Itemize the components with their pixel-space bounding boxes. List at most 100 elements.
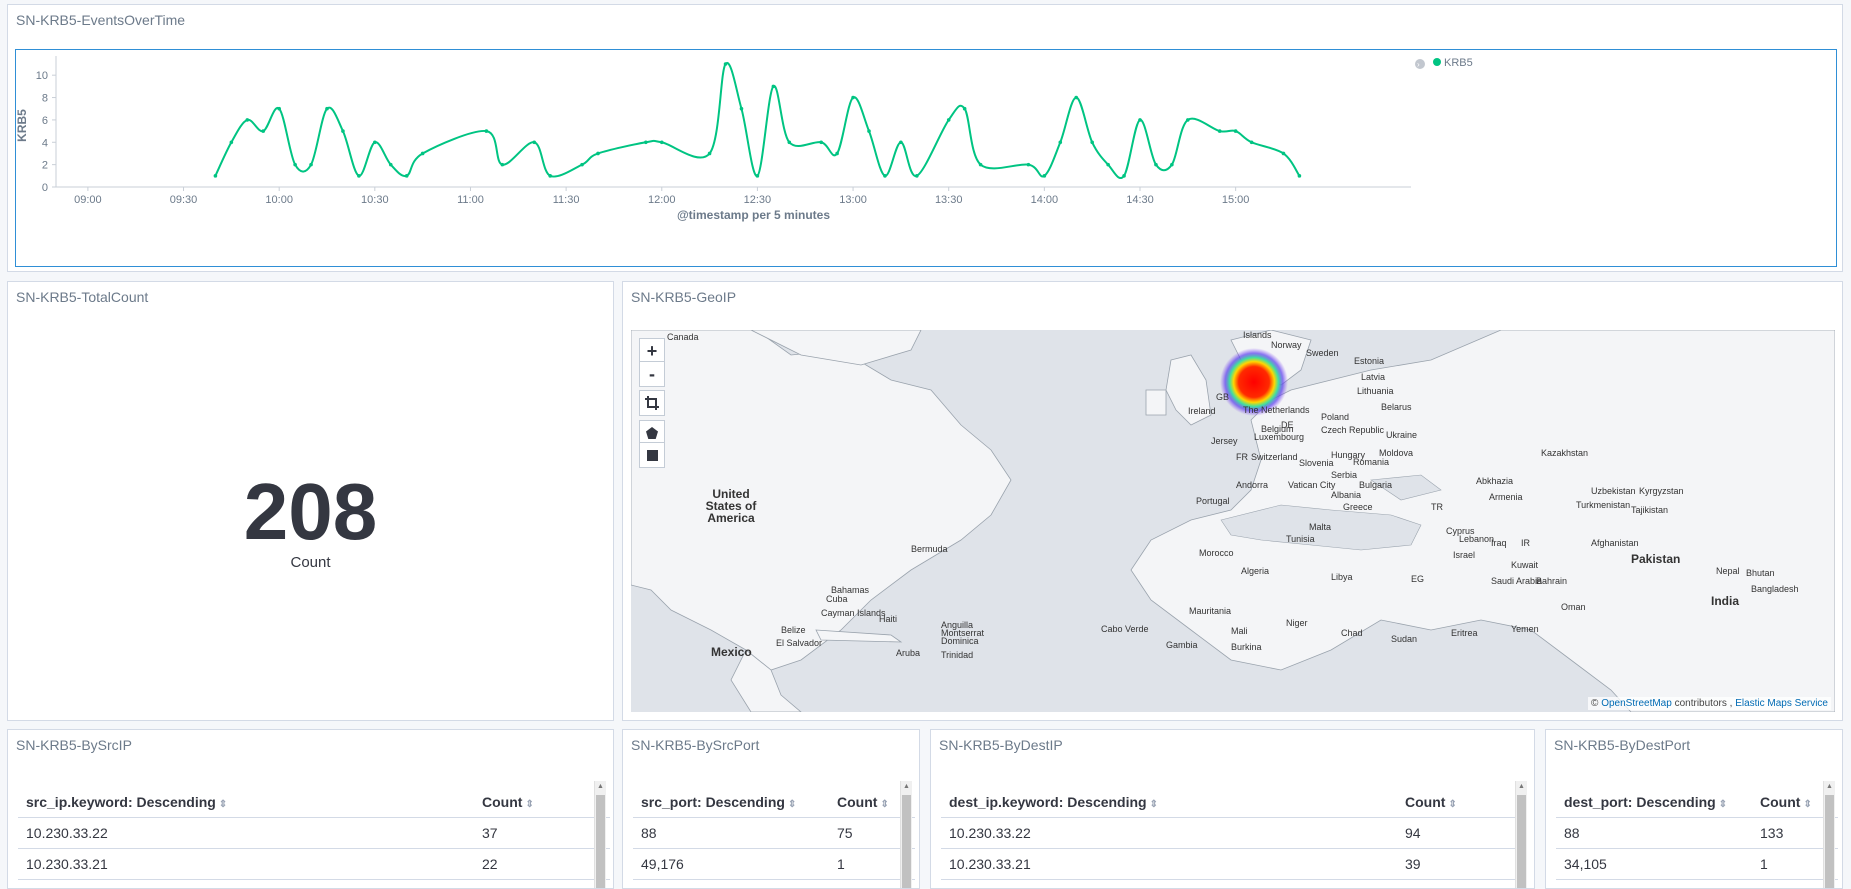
data-point[interactable] xyxy=(373,140,377,145)
sort-icon[interactable]: ⇕ xyxy=(219,799,227,810)
data-point[interactable] xyxy=(835,151,839,156)
sort-icon[interactable]: ⇕ xyxy=(1719,799,1727,810)
data-point[interactable] xyxy=(819,140,823,145)
data-point[interactable] xyxy=(1217,129,1222,133)
data-point[interactable] xyxy=(325,106,329,111)
data-point[interactable] xyxy=(548,174,552,178)
column-header-key[interactable]: src_ip.keyword: Descending ⇕ xyxy=(18,787,474,818)
table-row[interactable]: 10.230.33.22 37 xyxy=(18,817,610,849)
data-point[interactable] xyxy=(659,140,664,145)
data-point[interactable] xyxy=(851,95,855,100)
series-line-krb5[interactable] xyxy=(214,62,1301,179)
data-point[interactable] xyxy=(420,151,425,156)
data-point[interactable] xyxy=(388,162,393,167)
events-chart[interactable]: 0 2 4 6 8 10 09:00 09:30 10:00 10:30 11:00 11:30 12:… xyxy=(15,49,1837,267)
column-header-key[interactable]: dest_ip.keyword: Descending ⇕ xyxy=(941,787,1397,818)
data-point[interactable] xyxy=(532,140,537,145)
table-row[interactable]: 10.230.33.22 94 xyxy=(941,817,1523,849)
vertical-scrollbar[interactable]: ▲ xyxy=(594,781,606,888)
sort-icon[interactable]: ⇕ xyxy=(1803,799,1811,810)
scroll-thumb[interactable] xyxy=(902,795,911,888)
fit-bounds-button[interactable] xyxy=(639,390,665,416)
data-point[interactable] xyxy=(978,162,983,167)
data-point[interactable] xyxy=(739,106,744,111)
column-header-count[interactable]: Count ⇕ xyxy=(1397,787,1523,818)
data-point[interactable] xyxy=(1026,162,1031,167)
data-point[interactable] xyxy=(580,162,584,167)
table-header-row: src_ip.keyword: Descending ⇕ Count ⇕ xyxy=(18,787,610,818)
data-point[interactable] xyxy=(1074,95,1079,100)
table-row[interactable]: 34,105 1 xyxy=(1556,848,1838,880)
data-point[interactable] xyxy=(771,84,776,89)
draw-rectangle-button[interactable] xyxy=(639,442,665,468)
scroll-up-icon[interactable]: ▲ xyxy=(901,781,912,793)
data-point[interactable] xyxy=(867,129,871,133)
sort-icon[interactable]: ⇕ xyxy=(788,799,796,810)
data-point[interactable] xyxy=(1138,118,1142,122)
data-point[interactable] xyxy=(245,118,250,122)
vertical-scrollbar[interactable]: ▲ xyxy=(1823,781,1835,888)
vertical-scrollbar[interactable]: ▲ xyxy=(900,781,912,888)
data-point[interactable] xyxy=(596,151,600,156)
data-point[interactable] xyxy=(213,174,218,178)
sort-icon[interactable]: ⇕ xyxy=(525,799,533,810)
data-point[interactable] xyxy=(787,140,792,145)
data-point[interactable] xyxy=(1297,174,1302,178)
data-point[interactable] xyxy=(1281,151,1286,156)
scroll-up-icon[interactable]: ▲ xyxy=(595,781,606,793)
data-point[interactable] xyxy=(1186,118,1190,122)
legend-entry-krb5[interactable]: KRB5 xyxy=(1444,57,1473,69)
column-header-key[interactable]: dest_port: Descending ⇕ xyxy=(1556,787,1752,818)
data-point[interactable] xyxy=(357,174,361,178)
scroll-thumb[interactable] xyxy=(1517,795,1526,888)
zoom-out-button[interactable]: - xyxy=(639,361,665,387)
data-point[interactable] xyxy=(1154,162,1158,167)
elastic-maps-link[interactable]: Elastic Maps Service xyxy=(1735,698,1828,709)
column-header-count[interactable]: Count ⇕ xyxy=(474,787,610,818)
panel-title: SN-KRB5-GeoIP xyxy=(631,289,737,305)
data-point[interactable] xyxy=(500,162,505,167)
data-point[interactable] xyxy=(883,174,887,178)
table-row[interactable]: 10.230.33.21 22 xyxy=(18,848,610,880)
table-row[interactable]: 10.230.33.21 39 xyxy=(941,848,1523,880)
data-point[interactable] xyxy=(755,174,760,178)
data-point[interactable] xyxy=(946,118,951,122)
data-point[interactable] xyxy=(277,106,281,111)
data-point[interactable] xyxy=(1233,129,1238,133)
world-map[interactable]: + - Canada United States of America Mexico… xyxy=(631,330,1835,712)
column-header-key[interactable]: src_port: Descending ⇕ xyxy=(633,787,829,818)
data-point[interactable] xyxy=(229,140,234,145)
data-point[interactable] xyxy=(341,129,345,133)
data-point[interactable] xyxy=(1090,140,1094,145)
table-row[interactable]: 88 133 xyxy=(1556,817,1838,849)
data-point[interactable] xyxy=(1106,162,1110,167)
scroll-up-icon[interactable]: ▲ xyxy=(1824,781,1835,793)
data-point[interactable] xyxy=(1170,162,1174,167)
data-point[interactable] xyxy=(1058,140,1063,145)
sort-icon[interactable]: ⇕ xyxy=(1150,799,1158,810)
vertical-scrollbar[interactable]: ▲ xyxy=(1515,781,1527,888)
table-row[interactable]: 49,176 1 xyxy=(633,848,915,880)
data-point[interactable] xyxy=(1122,174,1126,178)
data-point[interactable] xyxy=(404,174,409,178)
scroll-thumb[interactable] xyxy=(596,795,605,888)
openstreetmap-link[interactable]: OpenStreetMap xyxy=(1601,698,1672,709)
data-point[interactable] xyxy=(309,162,313,167)
data-point[interactable] xyxy=(899,140,903,145)
data-point[interactable] xyxy=(1042,174,1047,178)
data-point[interactable] xyxy=(915,174,919,178)
scroll-up-icon[interactable]: ▲ xyxy=(1516,781,1527,793)
data-point[interactable] xyxy=(1249,140,1254,145)
data-point[interactable] xyxy=(707,151,712,156)
data-point[interactable] xyxy=(484,129,489,133)
data-point[interactable] xyxy=(293,162,297,167)
data-point[interactable] xyxy=(962,106,967,111)
sort-icon[interactable]: ⇕ xyxy=(1448,799,1456,810)
sort-icon[interactable]: ⇕ xyxy=(880,799,888,810)
data-point[interactable] xyxy=(723,62,728,66)
scroll-thumb[interactable] xyxy=(1825,795,1834,888)
table-row[interactable]: 88 75 xyxy=(633,817,915,849)
data-point[interactable] xyxy=(644,140,648,145)
data-point[interactable] xyxy=(261,129,266,133)
line-chart-svg[interactable]: 0 2 4 6 8 10 09:00 09:30 10:00 10:30 11:00 11:30 12:… xyxy=(16,50,1836,266)
